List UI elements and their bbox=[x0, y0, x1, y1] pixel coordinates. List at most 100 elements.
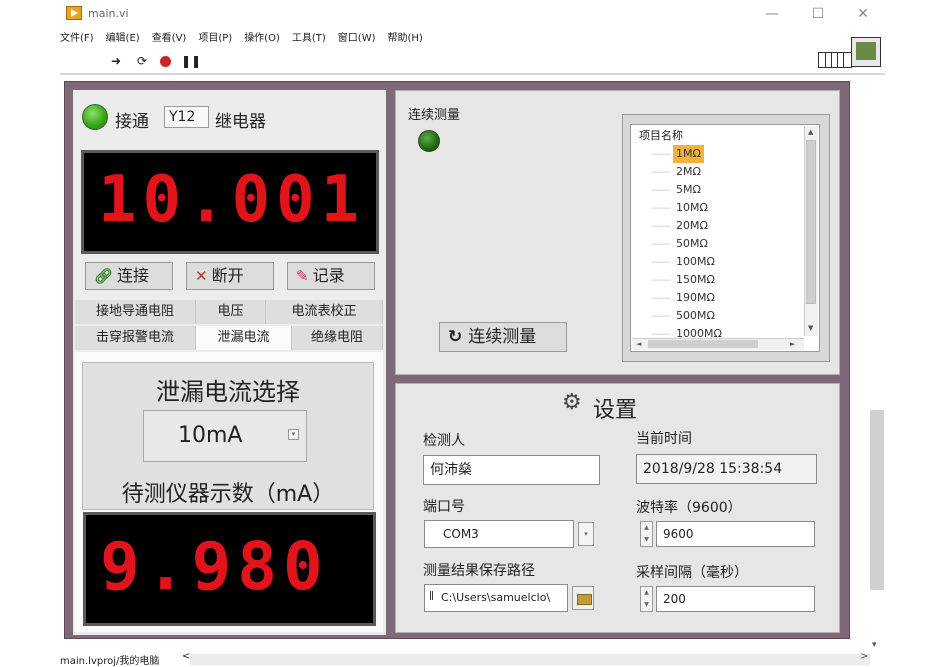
sample-interval-input[interactable]: 200 bbox=[656, 586, 815, 612]
baud-spinner-icon[interactable]: ▲ ▼ bbox=[640, 521, 653, 547]
tab-voltage[interactable]: 电压 bbox=[196, 300, 266, 324]
listbox-item[interactable]: 1MΩ bbox=[651, 145, 791, 163]
tab-breakdown-alarm-current[interactable]: 击穿报警电流 bbox=[75, 326, 196, 350]
interval-spinner-icon[interactable]: ▲ ▼ bbox=[640, 586, 653, 612]
listbox-item-label: 50MΩ bbox=[676, 237, 708, 250]
inspector-label: 检测人 bbox=[423, 433, 465, 449]
vi-icon[interactable] bbox=[851, 37, 881, 67]
listbox-item[interactable]: 50MΩ bbox=[651, 235, 791, 253]
folder-browse-icon[interactable] bbox=[572, 586, 594, 610]
menu-project[interactable]: 项目(P) bbox=[198, 30, 232, 48]
relay-label: 继电器 bbox=[215, 112, 266, 132]
port-label: 端口号 bbox=[423, 499, 465, 515]
minimize-button[interactable]: — bbox=[757, 3, 787, 25]
status-project-path: main.lvproj/我的电脑 bbox=[60, 656, 160, 667]
menu-file[interactable]: 文件(F) bbox=[60, 30, 94, 48]
record-button[interactable]: ✎ 记录 bbox=[287, 262, 375, 290]
listbox-item[interactable]: 20MΩ bbox=[651, 217, 791, 235]
labview-window: main.vi — ☐ ✕ 文件(F) 编辑(E) 查看(V) 项目(P) 操作… bbox=[0, 0, 945, 667]
current-time-display: 2018/9/28 15:38:54 bbox=[636, 454, 817, 484]
listbox-scroll-up-icon[interactable]: ▲ bbox=[808, 128, 813, 136]
tab-ground-resistance[interactable]: 接地导通电阻 bbox=[75, 300, 196, 324]
baud-rate-label: 波特率（9600） bbox=[636, 500, 742, 516]
listbox-item[interactable]: 500MΩ bbox=[651, 307, 791, 325]
record-button-label: 记录 bbox=[312, 266, 345, 285]
leakage-current-select[interactable]: 10mA bbox=[143, 410, 307, 462]
continuous-measure-label: 连续测量 bbox=[408, 108, 461, 123]
panel-vertical-scrollbar[interactable] bbox=[870, 410, 884, 590]
port-select[interactable]: COM3 bbox=[424, 520, 574, 548]
project-listbox[interactable]: 项目名称 1MΩ 2MΩ 5MΩ 10MΩ 20MΩ 50MΩ 100MΩ 150MΩ 190M… bbox=[630, 124, 820, 352]
sample-interval-label: 采样间隔（毫秒） bbox=[636, 565, 748, 581]
menu-view[interactable]: 查看(V) bbox=[152, 30, 187, 48]
window-title: main.vi bbox=[88, 7, 129, 20]
connect-button-label: 连接 bbox=[117, 266, 150, 285]
listbox-item[interactable]: 10MΩ bbox=[651, 199, 791, 217]
path-icon: ǁ bbox=[429, 590, 434, 601]
connect-button[interactable]: 🔗︎ 连接 bbox=[85, 262, 173, 290]
menu-operate[interactable]: 操作(O) bbox=[244, 30, 280, 48]
panel-horizontal-scrollbar[interactable] bbox=[190, 654, 870, 665]
instrument-reading-display: 9.980 bbox=[83, 512, 376, 626]
x-icon: ✕ bbox=[195, 267, 208, 285]
listbox-item-label: 5MΩ bbox=[676, 183, 701, 196]
tab-leakage-current[interactable]: 泄漏电流 bbox=[196, 326, 292, 350]
continuous-measure-led[interactable] bbox=[418, 130, 440, 152]
maximize-button[interactable]: ☐ bbox=[803, 3, 833, 25]
tab-ammeter-calibration[interactable]: 电流表校正 bbox=[266, 300, 383, 324]
instrument-reading-label: 待测仪器示数（mA） bbox=[121, 482, 335, 507]
pause-icon[interactable]: ❚❚ bbox=[181, 53, 201, 69]
status-scroll-right-icon[interactable]: > bbox=[860, 651, 868, 662]
save-path-input[interactable]: C:\Users\samuelclo\ bbox=[424, 584, 568, 612]
connector-pane-icon[interactable] bbox=[818, 52, 852, 68]
port-dropdown-icon[interactable]: ▾ bbox=[578, 522, 594, 546]
listbox-scroll-thumb[interactable] bbox=[806, 140, 816, 304]
toolbar: ➜ ⟳ ❚❚ bbox=[108, 53, 201, 69]
listbox-item-label: 10MΩ bbox=[676, 201, 708, 214]
continuous-measure-button-label: 连续测量 bbox=[468, 327, 537, 347]
disconnect-button[interactable]: ✕ 断开 bbox=[186, 262, 274, 290]
tab-insulation-resistance[interactable]: 绝缘电阻 bbox=[292, 326, 383, 350]
inspector-input[interactable]: 何沛燊 bbox=[423, 455, 600, 485]
listbox-item-label: 1MΩ bbox=[673, 145, 704, 163]
listbox-header: 项目名称 bbox=[639, 129, 683, 142]
close-button[interactable]: ✕ bbox=[848, 3, 878, 25]
save-path-label: 测量结果保存路径 bbox=[423, 563, 535, 579]
connect-led-indicator[interactable] bbox=[82, 104, 108, 130]
continuous-measure-button[interactable]: ↻ 连续测量 bbox=[439, 322, 567, 352]
menu-tools[interactable]: 工具(T) bbox=[292, 30, 326, 48]
listbox-item-label: 2MΩ bbox=[676, 165, 701, 178]
gear-icon: ⚙ bbox=[562, 390, 582, 415]
toolbar-separator bbox=[60, 73, 885, 75]
listbox-item-label: 100MΩ bbox=[676, 255, 715, 268]
labview-app-icon bbox=[66, 6, 82, 20]
main-reading-display: 10.001 bbox=[81, 150, 379, 254]
listbox-item[interactable]: 150MΩ bbox=[651, 271, 791, 289]
listbox-scroll-down-icon[interactable]: ▼ bbox=[808, 324, 813, 332]
pencil-icon: ✎ bbox=[296, 267, 309, 285]
run-arrow-icon[interactable]: ➜ bbox=[108, 53, 124, 69]
listbox-item[interactable]: 100MΩ bbox=[651, 253, 791, 271]
listbox-scroll-left-icon[interactable]: ◄ bbox=[636, 340, 641, 348]
scroll-down-arrow-icon[interactable]: ▾ bbox=[872, 640, 877, 650]
title-bar: main.vi — ☐ ✕ bbox=[0, 0, 945, 30]
baud-rate-input[interactable]: 9600 bbox=[656, 521, 815, 547]
listbox-item[interactable]: 5MΩ bbox=[651, 181, 791, 199]
menu-help[interactable]: 帮助(H) bbox=[388, 30, 423, 48]
listbox-item[interactable]: 2MΩ bbox=[651, 163, 791, 181]
abort-execution-icon[interactable] bbox=[160, 55, 171, 67]
connect-label: 接通 bbox=[115, 112, 149, 132]
menu-edit[interactable]: 编辑(E) bbox=[106, 30, 140, 48]
menu-bar: 文件(F) 编辑(E) 查看(V) 项目(P) 操作(O) 工具(T) 窗口(W… bbox=[60, 30, 423, 48]
current-time-label: 当前时间 bbox=[636, 431, 692, 447]
disconnect-button-label: 断开 bbox=[211, 266, 244, 285]
listbox-item-label: 190MΩ bbox=[676, 291, 715, 304]
listbox-item[interactable]: 190MΩ bbox=[651, 289, 791, 307]
run-continuously-icon[interactable]: ⟳ bbox=[134, 53, 150, 69]
relay-id-indicator: Y12 bbox=[164, 106, 209, 128]
listbox-hscroll-thumb[interactable] bbox=[648, 340, 758, 348]
menu-window[interactable]: 窗口(W) bbox=[338, 30, 376, 48]
leakage-select-title: 泄漏电流选择 bbox=[156, 378, 300, 406]
listbox-scroll-right-icon[interactable]: ► bbox=[790, 340, 795, 348]
select-dropdown-icon[interactable]: ▾ bbox=[288, 429, 299, 440]
